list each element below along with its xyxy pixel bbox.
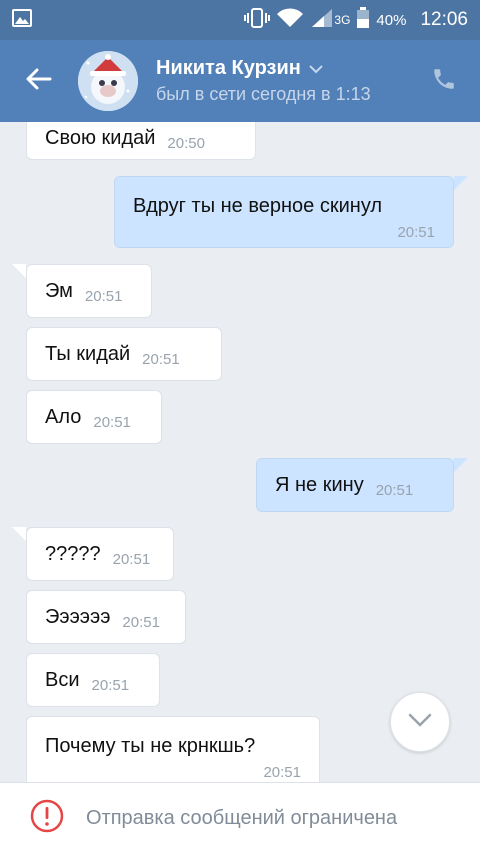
message-time: 20:50 [167, 134, 205, 152]
chevron-down-icon [309, 57, 323, 80]
bubble-tail [12, 527, 26, 541]
message-outgoing[interactable]: Я не кину 20:51 [256, 458, 454, 512]
bubble-tail [12, 264, 26, 278]
bubble-tail [454, 458, 468, 472]
message-time: 20:51 [142, 350, 180, 368]
message-time: 20:51 [93, 413, 131, 431]
message-time: 20:51 [112, 550, 151, 568]
last-seen-status: был в сети сегодня в 1:13 [156, 84, 371, 104]
message-text: Эм [45, 279, 73, 302]
message-incoming[interactable]: Ало 20:51 [26, 390, 162, 444]
back-button[interactable] [0, 40, 78, 122]
avatar[interactable] [78, 51, 138, 111]
cell-signal-icon [310, 8, 334, 33]
message-text: Ээээээ [45, 605, 111, 628]
message-incoming[interactable]: Ты кидай 20:51 [26, 327, 222, 381]
chat-header: Никита Курзин был в сети сегодня в 1:13 [0, 40, 480, 122]
message-outgoing[interactable]: Вдруг ты не верное скинул 20:51 [114, 176, 454, 248]
messaging-restricted-bar: Отправка сообщений ограничена [0, 782, 480, 854]
message-text: Свою кидай [45, 126, 156, 149]
phone-icon [431, 66, 457, 97]
message-text: Вдруг ты не верное скинул [133, 195, 383, 217]
bubble-tail [454, 176, 468, 190]
battery-icon [356, 6, 370, 34]
message-text: Вси [45, 668, 80, 691]
message-list[interactable]: Свою кидай 20:50 Вдруг ты не верное скин… [0, 122, 480, 782]
message-time: 20:51 [84, 287, 123, 305]
scroll-to-bottom-button[interactable] [390, 692, 450, 752]
contact-name-row[interactable]: Никита Курзин [156, 57, 408, 80]
message-incoming[interactable]: ????? 20:51 [26, 527, 174, 581]
message-text: Ало [45, 405, 82, 428]
status-bar: 3G 40% 12:06 [0, 0, 480, 40]
wifi-icon [276, 7, 304, 33]
call-button[interactable] [408, 40, 480, 122]
message-text: Ты кидай [45, 342, 131, 365]
message-incoming[interactable]: Ээээээ 20:51 [26, 590, 186, 644]
message-text: ????? [45, 542, 101, 565]
gallery-notification-icon [12, 8, 32, 32]
message-time: 20:51 [263, 764, 301, 781]
warning-icon [30, 799, 64, 838]
chevron-down-icon [408, 713, 432, 732]
message-time: 20:51 [91, 676, 130, 694]
arrow-left-icon [26, 68, 52, 95]
message-incoming[interactable]: Свою кидай 20:50 [26, 122, 256, 160]
restriction-notice: Отправка сообщений ограничена [86, 807, 398, 829]
battery-level: 40% [376, 11, 407, 29]
vibrate-icon [244, 7, 271, 33]
message-time: 20:51 [397, 224, 435, 241]
message-time: 20:51 [375, 481, 414, 499]
message-incoming[interactable]: Эм 20:51 [26, 264, 152, 318]
clock: 12:06 [420, 9, 468, 30]
message-time: 20:51 [122, 613, 160, 631]
contact-name: Никита Курзин [156, 57, 301, 79]
network-type: 3G [334, 13, 351, 27]
message-text: Почему ты не крнкшь? [45, 735, 256, 757]
message-incoming[interactable]: Вси 20:51 [26, 653, 160, 707]
message-incoming[interactable]: Почему ты не крнкшь? 20:51 [26, 716, 320, 782]
message-text: Я не кину [275, 473, 364, 496]
